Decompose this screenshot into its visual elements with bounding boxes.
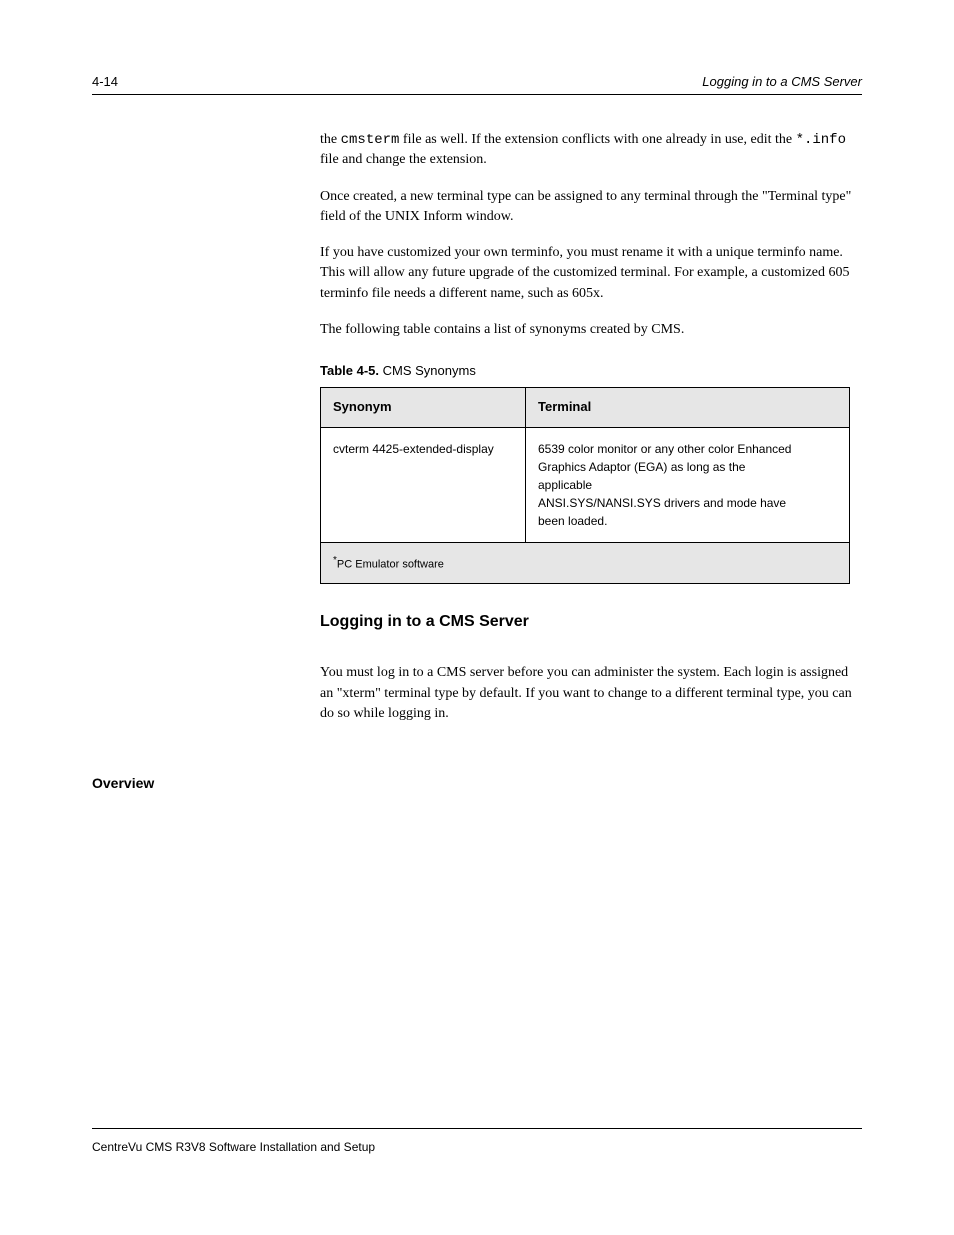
text: 6539 color monitor or any other color En…: [538, 442, 791, 456]
section-heading: Logging in to a CMS Server: [320, 610, 860, 633]
section-body: You must log in to a CMS server before y…: [320, 663, 860, 724]
table-synonyms: Synonym Terminal cvterm 4425-extended-di…: [320, 387, 850, 584]
table-header-synonym: Synonym: [321, 388, 526, 428]
sidebar-label-overview: Overview: [92, 775, 154, 791]
table-footnote: *PC Emulator software: [321, 543, 850, 584]
footer-rule: [92, 1128, 862, 1129]
table-header-terminal: Terminal: [526, 388, 850, 428]
table-row: cvterm 4425-extended-display 6539 color …: [321, 428, 850, 543]
table-number: Table 4-5.: [320, 363, 379, 378]
table-cell-synonym: cvterm 4425-extended-display: [321, 428, 526, 543]
text: file and change the extension.: [320, 152, 487, 167]
body-column: the cmsterm file as well. If the extensi…: [320, 130, 860, 740]
text: file as well. If the extension conflicts…: [399, 132, 795, 147]
header-section-title: Logging in to a CMS Server: [702, 74, 862, 89]
code-cmsterm: cmsterm: [341, 132, 400, 148]
table-caption: CMS Synonyms: [383, 363, 476, 378]
paragraph-2: Once created, a new terminal type can be…: [320, 187, 860, 228]
text: ANSI.SYS/NANSI.SYS drivers and mode have: [538, 496, 786, 510]
code-info-ext: *.info: [796, 132, 846, 148]
table-header-row: Synonym Terminal: [321, 388, 850, 428]
paragraph-3: If you have customized your own terminfo…: [320, 243, 860, 304]
header-page-number: 4-14: [92, 74, 118, 89]
header-rule: [92, 94, 862, 95]
table-footer-row: *PC Emulator software: [321, 543, 850, 584]
text: applicable: [538, 478, 592, 492]
footnote-text: PC Emulator software: [337, 559, 444, 571]
table-title: Table 4-5. CMS Synonyms: [320, 362, 860, 381]
paragraph-4: The following table contains a list of s…: [320, 320, 860, 340]
text: the: [320, 132, 341, 147]
table-cell-terminal: 6539 color monitor or any other color En…: [526, 428, 850, 543]
text: cvterm 4425-extended-display: [333, 442, 494, 456]
text: Graphics Adaptor (EGA) as long as the: [538, 460, 745, 474]
footer-doc-title: CentreVu CMS R3V8 Software Installation …: [92, 1140, 375, 1154]
text: been loaded.: [538, 514, 607, 528]
paragraph-1: the cmsterm file as well. If the extensi…: [320, 130, 860, 171]
